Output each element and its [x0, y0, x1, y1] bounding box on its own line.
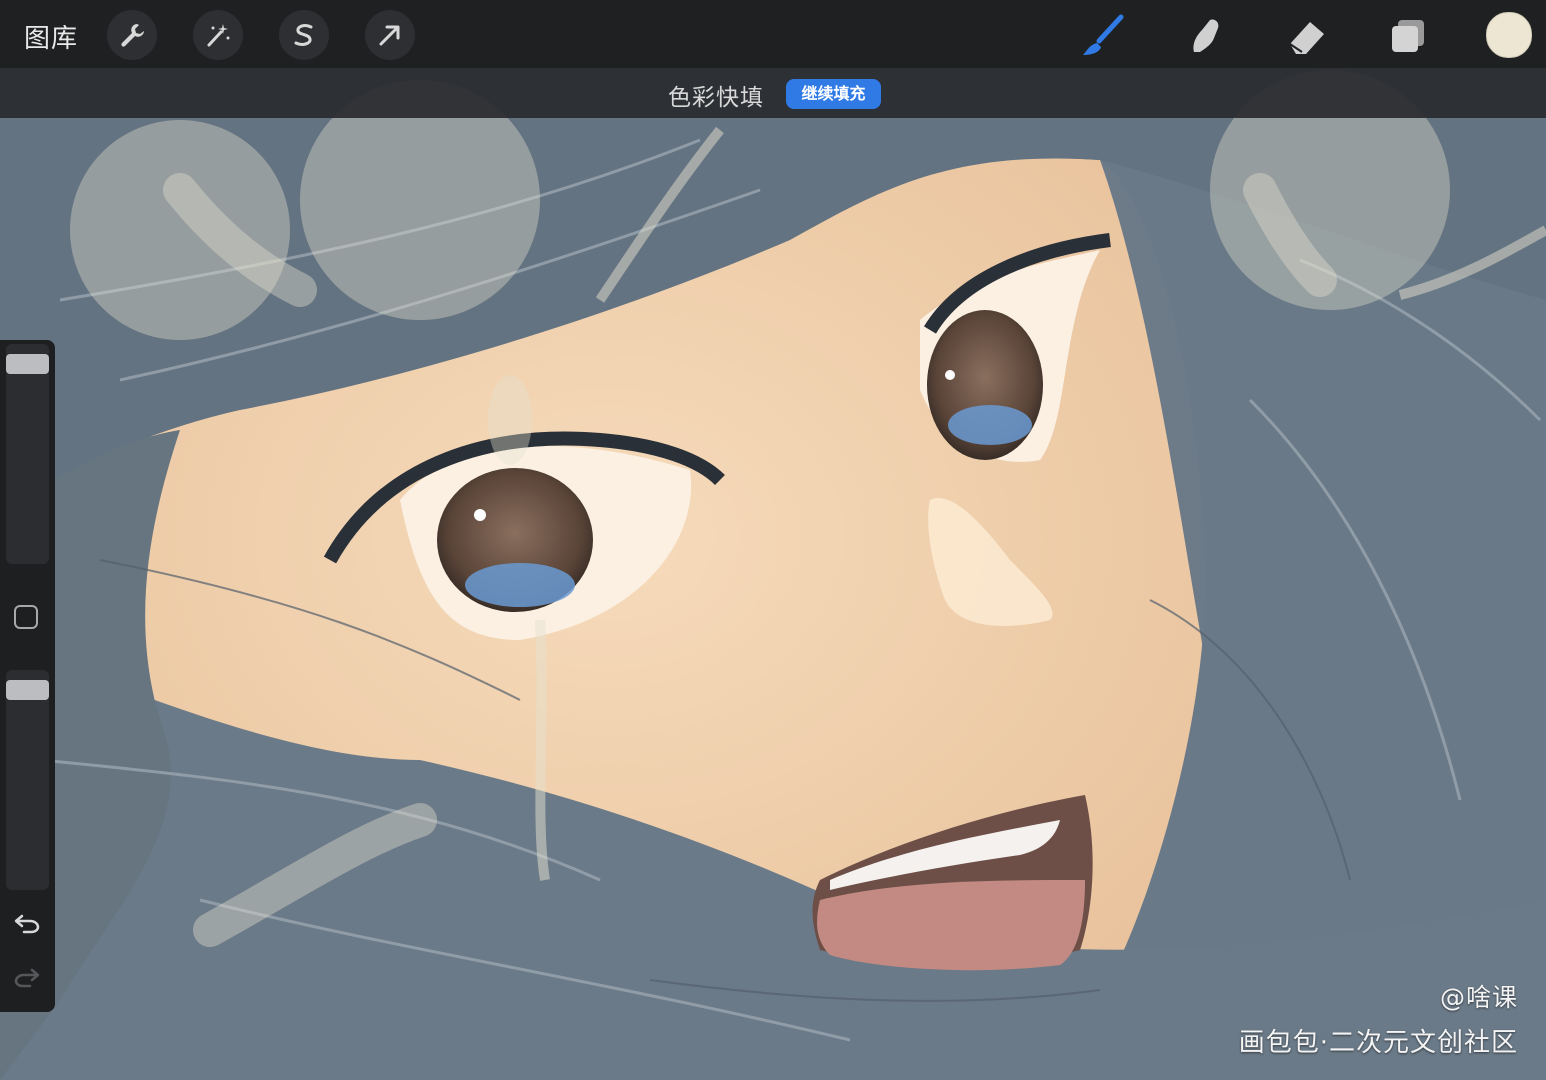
modify-button[interactable] — [14, 605, 38, 629]
opacity-slider-thumb[interactable] — [6, 680, 49, 700]
eraser-button[interactable] — [1280, 10, 1332, 62]
watermark-site: 画包包·二次元文创社区 — [1238, 1028, 1518, 1058]
brush-button[interactable] — [1076, 10, 1128, 62]
gallery-button[interactable]: 图库 — [24, 18, 78, 55]
magic-wand-icon — [207, 24, 230, 47]
drawing-canvas[interactable] — [0, 0, 1546, 1080]
brush-size-slider[interactable] — [6, 344, 49, 564]
colordrop-label: 色彩快填 — [668, 85, 764, 111]
watermark-author: @啥课 — [1439, 983, 1518, 1012]
smudge-button[interactable] — [1178, 10, 1230, 62]
smudge-icon — [1193, 19, 1219, 52]
transform-arrow-icon — [379, 25, 400, 46]
wrench-icon — [121, 24, 144, 47]
selection-button[interactable] — [279, 10, 329, 60]
eraser-icon — [1289, 22, 1324, 54]
top-toolbar: 图库 — [0, 0, 1546, 68]
layers-icon — [1392, 20, 1424, 52]
left-sidebar — [0, 340, 55, 1012]
actions-button[interactable] — [107, 10, 157, 60]
selection-icon — [294, 24, 313, 46]
colordrop-hint-bar — [0, 68, 1546, 118]
continue-filling-button[interactable]: 继续填充 — [786, 79, 881, 109]
redo-icon[interactable] — [12, 962, 42, 992]
opacity-slider[interactable] — [6, 670, 49, 890]
layers-button[interactable] — [1382, 10, 1434, 62]
transform-button[interactable] — [365, 10, 415, 60]
adjustments-button[interactable] — [193, 10, 243, 60]
color-picker-button[interactable] — [1486, 12, 1532, 58]
brush-icon — [1083, 14, 1124, 55]
brush-size-slider-thumb[interactable] — [6, 354, 49, 374]
undo-icon[interactable] — [12, 908, 42, 938]
